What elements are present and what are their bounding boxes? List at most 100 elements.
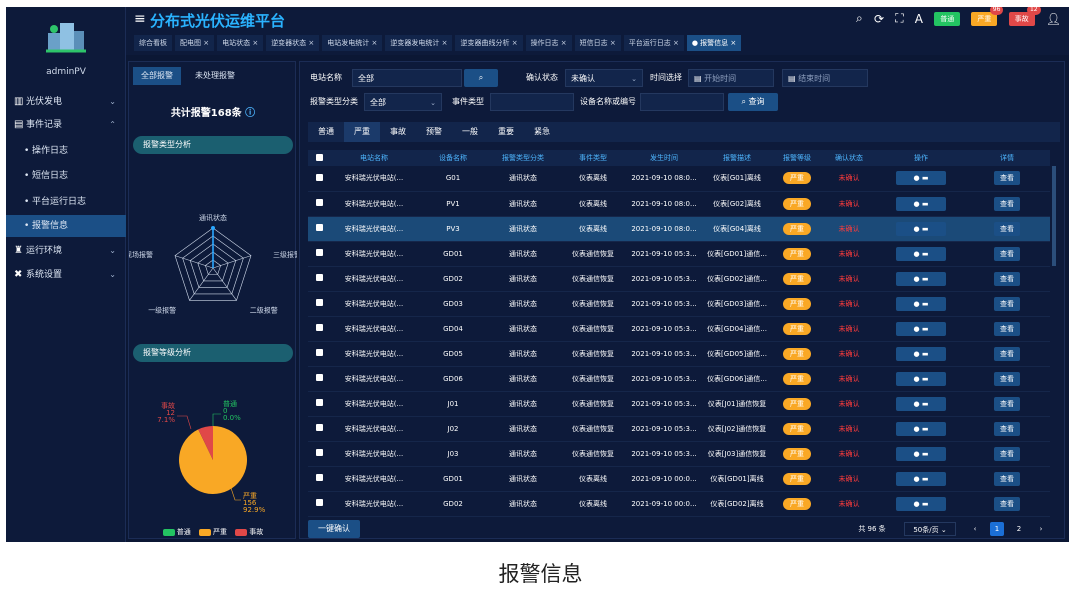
sidebar-item-2[interactable]: 操作日志 [6,140,126,162]
row-checkbox-cell[interactable] [308,291,330,317]
level-tab-1[interactable]: 严重 [344,122,380,142]
tab-0[interactable]: 综合看板 [134,35,172,51]
confirm-action-button[interactable]: ● ▬ [896,371,946,386]
view-detail-button[interactable]: 查看 [994,421,1020,436]
end-time-input[interactable]: ▤ 结束时间 [782,69,868,87]
next-page-button[interactable]: › [1034,522,1048,536]
view-detail-button[interactable]: 查看 [994,271,1020,286]
table-row[interactable]: 安科瑞光伏电站(... GD01 通讯状态 仪表离线 2021-09-10 00:0..… [308,466,1050,492]
row-checkbox[interactable] [315,173,323,181]
row-checkbox-cell[interactable] [308,391,330,417]
row-checkbox[interactable] [315,349,323,356]
row-checkbox-cell[interactable] [308,416,330,442]
sidebar-item-7[interactable]: ✖ 系统设置 ⌄ [6,264,126,286]
page-2-button[interactable]: 2 [1012,522,1026,536]
menu-toggle-icon[interactable]: ≡ [134,11,146,27]
station-search-button[interactable]: ⌕ [464,69,498,87]
view-detail-button[interactable]: 查看 [994,471,1020,486]
row-checkbox[interactable] [315,399,323,406]
sidebar-item-0[interactable]: ▥ 光伏发电 ⌄ [6,91,126,113]
tab-7[interactable]: 操作日志 × [525,35,572,51]
row-checkbox-cell[interactable] [308,441,330,467]
table-row[interactable]: 安科瑞光伏电站(... GD03 通讯状态 仪表通信恢复 2021-09-10 05:3… [308,291,1050,317]
tab-6[interactable]: 逆变器曲线分析 × [455,35,523,51]
select-all-checkbox[interactable] [315,153,323,161]
user-icon[interactable]: 👤︎ [1046,12,1061,26]
tab-4[interactable]: 电站发电统计 × [322,35,383,51]
confirm-action-button[interactable]: ● ▬ [896,221,946,236]
confirm-action-button[interactable]: ● ▬ [896,346,946,361]
row-checkbox[interactable] [315,424,323,431]
confirm-action-button[interactable]: ● ▬ [896,421,946,436]
view-detail-button[interactable]: 查看 [994,371,1020,386]
row-checkbox[interactable] [315,224,323,231]
view-detail-button[interactable]: 查看 [994,171,1020,186]
level-tab-3[interactable]: 预警 [416,122,452,142]
table-row[interactable]: 安科瑞光伏电站(... G01 通讯状态 仪表离线 2021-09-10 08:0...… [308,166,1050,192]
sidebar-item-4[interactable]: 平台运行日志 [6,191,126,213]
page-size-select[interactable]: 50条/页 ⌄ [904,522,956,536]
confirm-action-button[interactable]: ● ▬ [896,471,946,486]
level-tab-4[interactable]: 一般 [452,122,488,142]
view-detail-button[interactable]: 查看 [994,346,1020,361]
view-detail-button[interactable]: 查看 [994,246,1020,261]
table-row[interactable]: 安科瑞光伏电站(... GD02 通讯状态 仪表离线 2021-09-10 00:0..… [308,491,1050,517]
row-checkbox[interactable] [315,199,323,206]
confirm-action-button[interactable]: ● ▬ [896,296,946,311]
accident-alarm-button[interactable]: 事故 12 [1008,7,1041,26]
tab-10[interactable]: ● 报警信息 × [686,35,742,51]
view-detail-button[interactable]: 查看 [994,296,1020,311]
view-detail-button[interactable]: 查看 [994,196,1020,211]
row-checkbox-cell[interactable] [308,466,330,492]
table-row[interactable]: 安科瑞光伏电站(... PV3 通讯状态 仪表离线 2021-09-10 08:0...… [308,216,1050,242]
table-row[interactable]: 安科瑞光伏电站(... GD01 通讯状态 仪表通信恢复 2021-09-10 05:3… [308,241,1050,267]
device-input[interactable] [640,93,724,111]
type-select[interactable]: 全部 ⌄ [364,93,442,111]
row-checkbox[interactable] [315,474,323,481]
tab-2[interactable]: 电站状态 × [217,35,264,51]
column-header-0[interactable] [308,150,330,166]
table-row[interactable]: 安科瑞光伏电站(... GD02 通讯状态 仪表通信恢复 2021-09-10 05:3… [308,266,1050,292]
confirm-action-button[interactable]: ● ▬ [896,271,946,286]
view-detail-button[interactable]: 查看 [994,321,1020,336]
table-row[interactable]: 安科瑞光伏电站(... PV1 通讯状态 仪表离线 2021-09-10 08:0...… [308,191,1050,217]
font-size-icon[interactable]: A [915,12,923,26]
row-checkbox[interactable] [315,324,323,331]
search-icon[interactable]: ⌕ [856,11,863,26]
confirm-action-button[interactable]: ● ▬ [896,446,946,461]
sidebar-item-3[interactable]: 短信日志 [6,165,126,187]
table-row[interactable]: 安科瑞光伏电站(... J03 通讯状态 仪表通信恢复 2021-09-10 05:3.… [308,441,1050,467]
tab-8[interactable]: 短信日志 × [574,35,621,51]
level-tab-0[interactable]: 普通 [308,122,344,142]
confirm-action-button[interactable]: ● ▬ [896,196,946,211]
row-checkbox-cell[interactable] [308,216,330,242]
tab-1[interactable]: 配电图 × [175,35,215,51]
row-checkbox-cell[interactable] [308,341,330,367]
sidebar-item-5[interactable]: 报警信息 [6,215,126,237]
start-time-input[interactable]: ▤ 开始时间 [688,69,774,87]
event-type-input[interactable] [490,93,574,111]
row-checkbox[interactable] [315,449,323,456]
confirm-action-button[interactable]: ● ▬ [896,246,946,261]
page-1-button[interactable]: 1 [990,522,1004,536]
query-button[interactable]: ⌕ 查询 [728,93,778,111]
table-row[interactable]: 安科瑞光伏电站(... GD04 通讯状态 仪表通信恢复 2021-09-10 05:3… [308,316,1050,342]
level-tab-2[interactable]: 事故 [380,122,416,142]
confirm-action-button[interactable]: ● ▬ [896,171,946,186]
fullscreen-icon[interactable]: ⛶ [895,11,903,26]
normal-alarm-button[interactable]: 普通 [934,11,961,26]
sidebar-item-6[interactable]: ♜ 运行环境 ⌄ [6,240,126,262]
refresh-icon[interactable]: ⟳ [874,12,884,26]
row-checkbox-cell[interactable] [308,491,330,517]
row-checkbox-cell[interactable] [308,241,330,267]
confirm-action-button[interactable]: ● ▬ [896,396,946,411]
table-scrollbar[interactable] [1052,166,1056,266]
view-detail-button[interactable]: 查看 [994,446,1020,461]
row-checkbox-cell[interactable] [308,266,330,292]
confirm-status-select[interactable]: 未确认 ⌄ [565,69,643,87]
confirm-action-button[interactable]: ● ▬ [896,321,946,336]
station-input[interactable]: 全部 [352,69,462,87]
row-checkbox[interactable] [315,249,323,256]
table-row[interactable]: 安科瑞光伏电站(... J02 通讯状态 仪表通信恢复 2021-09-10 05:3.… [308,416,1050,442]
view-detail-button[interactable]: 查看 [994,396,1020,411]
